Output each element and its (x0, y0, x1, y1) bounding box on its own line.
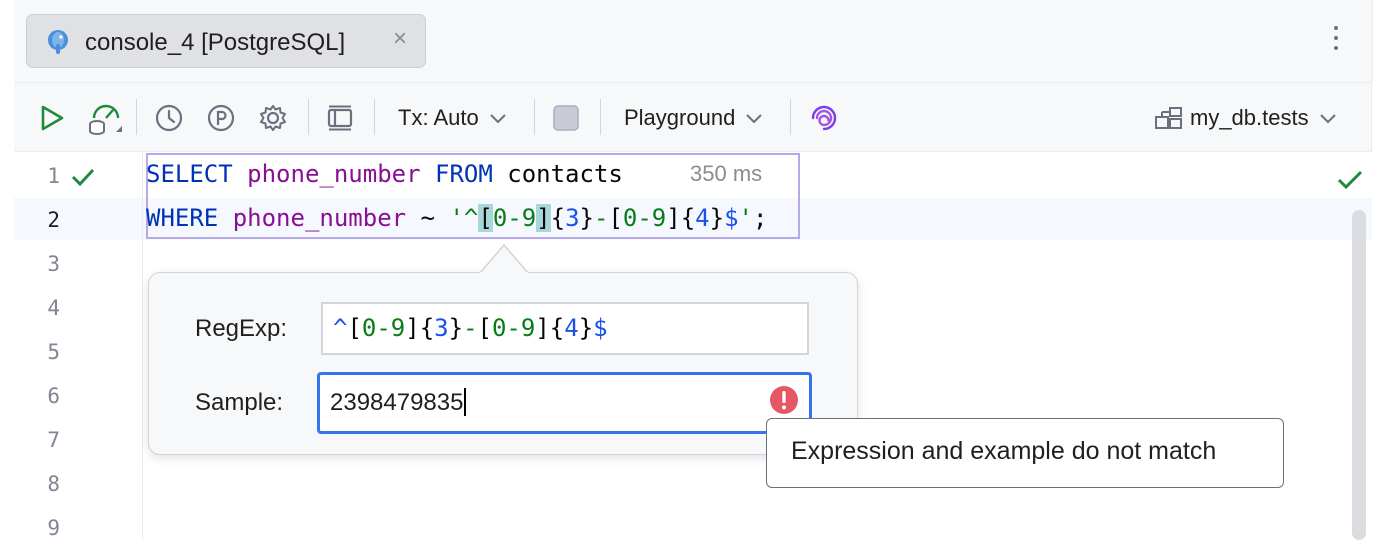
execution-success-check-icon (71, 168, 95, 187)
vertical-scrollbar[interactable] (1352, 210, 1366, 540)
inspection-ok-check-icon (1336, 168, 1364, 192)
console-toolbar: Tx: Auto Playground my_db.tests (14, 82, 1372, 152)
line-number: 6 (47, 384, 60, 408)
line-number: 3 (47, 252, 60, 276)
line-number: 7 (47, 428, 60, 452)
close-icon[interactable]: × (393, 27, 407, 51)
text-cursor (464, 387, 467, 416)
line-number: 2 (47, 208, 60, 232)
mode-label: Playground (624, 105, 736, 130)
sample-value: 2398479835 (330, 389, 464, 416)
popup-pointer (480, 243, 528, 275)
line-number: 8 (47, 472, 60, 496)
execution-time-label: 350 ms (690, 161, 763, 186)
tooltip-text: Expression and example do not match (791, 437, 1217, 465)
datasource-icon (1155, 107, 1182, 129)
regexp-field[interactable]: ^[0-9]{3}-[0-9]{4}$ (321, 302, 809, 355)
line-number: 1 (47, 164, 60, 188)
chevron-down-icon (490, 114, 506, 124)
run-icon[interactable] (38, 83, 66, 153)
tx-mode-dropdown[interactable]: Tx: Auto (398, 83, 507, 153)
stop-icon[interactable] (553, 83, 579, 153)
explain-plan-icon[interactable] (86, 83, 126, 153)
chevron-down-icon (1319, 114, 1336, 124)
error-tooltip: Expression and example do not match (766, 418, 1284, 488)
datasource-selector[interactable]: my_db.tests (1154, 83, 1337, 153)
editor-tab-bar: console_4 [PostgreSQL] × (14, 0, 1373, 82)
more-options-icon[interactable] (1334, 26, 1338, 56)
parameters-icon[interactable] (206, 83, 236, 153)
regexp-label: RegExp: (195, 315, 288, 342)
ai-assistant-icon[interactable] (809, 83, 839, 153)
tab-console-4[interactable]: console_4 [PostgreSQL] × (26, 14, 426, 68)
playground-dropdown[interactable]: Playground (624, 83, 763, 153)
check-regexp-popup: RegExp: ^[0-9]{3}-[0-9]{4}$ Sample: 2398… (148, 272, 858, 455)
layout-icon[interactable] (326, 83, 354, 153)
sample-input[interactable]: 2398479835 (317, 372, 812, 434)
settings-icon[interactable] (258, 83, 288, 153)
error-icon (770, 386, 798, 414)
history-icon[interactable] (154, 83, 184, 153)
line-number: 9 (47, 516, 60, 540)
code-line-2: WHERE phone_number ~ '^[0-9]{3}-[0-9]{4}… (146, 204, 768, 232)
line-number: 5 (47, 340, 60, 364)
chevron-down-icon (746, 114, 763, 124)
line-number: 4 (47, 296, 60, 320)
tab-label: console_4 [PostgreSQL] (85, 29, 346, 56)
regexp-value: ^[0-9]{3}-[0-9]{4}$ (333, 314, 608, 342)
datasource-label: my_db.tests (1190, 105, 1309, 130)
tx-mode-label: Tx: Auto (398, 105, 479, 130)
code-line-1: SELECT phone_number FROM contacts (146, 160, 623, 188)
sample-label: Sample: (195, 389, 284, 416)
postgresql-icon (48, 30, 68, 54)
line-number-gutter: 1 2 3 4 5 6 7 8 9 (14, 152, 143, 540)
